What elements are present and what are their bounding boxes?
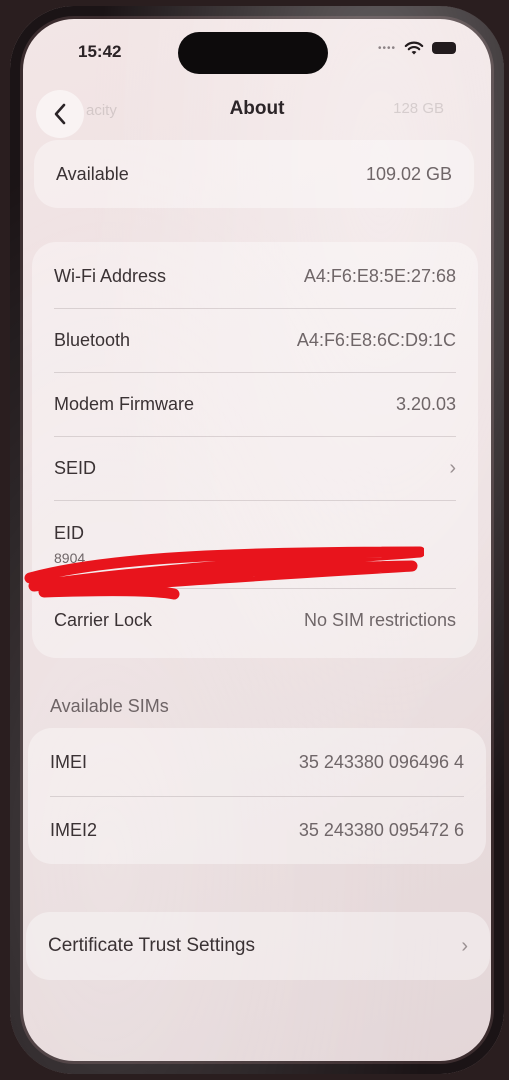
carrier-lock-value: No SIM restrictions (303, 609, 456, 630)
chevron-right-icon: › (461, 934, 468, 957)
available-sims-header: Available SIMs (50, 696, 169, 716)
imei2-label: IMEI2 (50, 819, 98, 840)
certificate-trust-settings-label: Certificate Trust Settings (48, 935, 255, 956)
dynamic-island (178, 32, 328, 74)
carrier-lock-row: Carrier Lock No SIM restrictions (32, 588, 478, 652)
page-title: About (229, 98, 285, 119)
available-value: 109.02 GB (365, 163, 452, 184)
status-time: 15:42 (78, 42, 122, 61)
network-group: Wi-Fi Address A4:F6:E8:5E:27:68 Bluetoot… (32, 242, 478, 658)
status-icons: •••• (378, 40, 456, 56)
eid-row: EID 8904 (32, 500, 478, 588)
bluetooth-label: Bluetooth (54, 329, 131, 350)
wifi-address-value: A4:F6:E8:5E:27:68 (303, 265, 456, 286)
eid-value: 8904 (54, 549, 86, 566)
storage-group: Available 109.02 GB (34, 140, 474, 208)
imei-value: 35 243380 096496 4 (298, 751, 464, 772)
phone-frame: 15:42 •••• acity 128 GB About Available … (10, 6, 504, 1074)
eid-label: EID (54, 522, 85, 543)
imei-row: IMEI 35 243380 096496 4 (28, 728, 486, 796)
wifi-icon (404, 41, 424, 55)
imei-label: IMEI (50, 751, 88, 772)
modem-firmware-row: Modem Firmware 3.20.03 (32, 372, 478, 436)
cert-group: Certificate Trust Settings › (26, 912, 490, 980)
imei2-row: IMEI2 35 243380 095472 6 (28, 796, 486, 864)
bluetooth-value: A4:F6:E8:6C:D9:1C (296, 329, 456, 350)
sims-group: IMEI 35 243380 096496 4 IMEI2 35 243380 … (28, 728, 486, 864)
available-row: Available 109.02 GB (34, 140, 474, 208)
modem-firmware-label: Modem Firmware (54, 393, 195, 414)
signal-dots-icon: •••• (377, 42, 396, 54)
wifi-address-label: Wi-Fi Address (54, 265, 167, 286)
certificate-trust-settings-row[interactable]: Certificate Trust Settings › (26, 912, 490, 980)
bluetooth-row: Bluetooth A4:F6:E8:6C:D9:1C (32, 308, 478, 372)
carrier-lock-label: Carrier Lock (54, 609, 153, 630)
imei2-value: 35 243380 095472 6 (298, 819, 464, 840)
battery-icon (432, 42, 456, 54)
wifi-address-row: Wi-Fi Address A4:F6:E8:5E:27:68 (32, 244, 478, 308)
chevron-right-icon: › (449, 456, 456, 479)
modem-firmware-value: 3.20.03 (395, 393, 456, 414)
seid-row[interactable]: SEID › (32, 436, 478, 500)
seid-label: SEID (54, 457, 97, 478)
available-label: Available (56, 163, 129, 184)
